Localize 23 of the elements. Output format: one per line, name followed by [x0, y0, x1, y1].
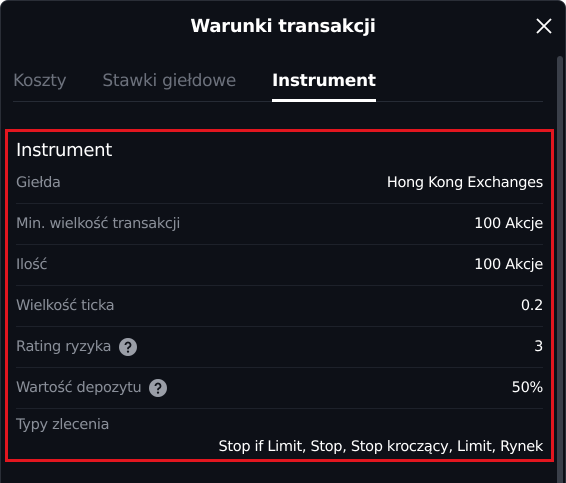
field-label: Wartość depozytu — [16, 380, 142, 396]
field-label: Ilość — [16, 257, 48, 273]
field-value: 3 — [534, 339, 543, 355]
field-label: Typy zlecenia — [16, 417, 110, 433]
field-value: 50% — [512, 380, 543, 396]
field-value: 100 Akcje — [474, 257, 543, 273]
tab[interactable]: Instrument — [272, 65, 376, 102]
scrollbar[interactable] — [557, 56, 563, 483]
field-value: Hong Kong Exchanges — [386, 175, 543, 191]
field-value: 0.2 — [520, 298, 543, 314]
window-title: Warunki transakcji — [190, 16, 376, 36]
field-label: Min. wielkość transakcji — [16, 216, 180, 232]
field-label: Giełda — [16, 175, 61, 191]
field-label: Rating ryzyka — [16, 339, 112, 355]
tab[interactable]: Stawki giełdowe — [102, 65, 236, 102]
field-value: Stop if Limit, Stop, Stop kroczący, Limit, Rynek — [217, 439, 543, 455]
help-icon[interactable] — [149, 379, 168, 397]
tab[interactable]: Koszty — [13, 65, 66, 102]
field-value: 100 Akcje — [474, 216, 543, 232]
close-icon[interactable] — [535, 17, 553, 35]
help-icon[interactable] — [119, 338, 138, 356]
section-title: Instrument — [16, 140, 114, 161]
field-label: Wielkość ticka — [16, 298, 114, 314]
